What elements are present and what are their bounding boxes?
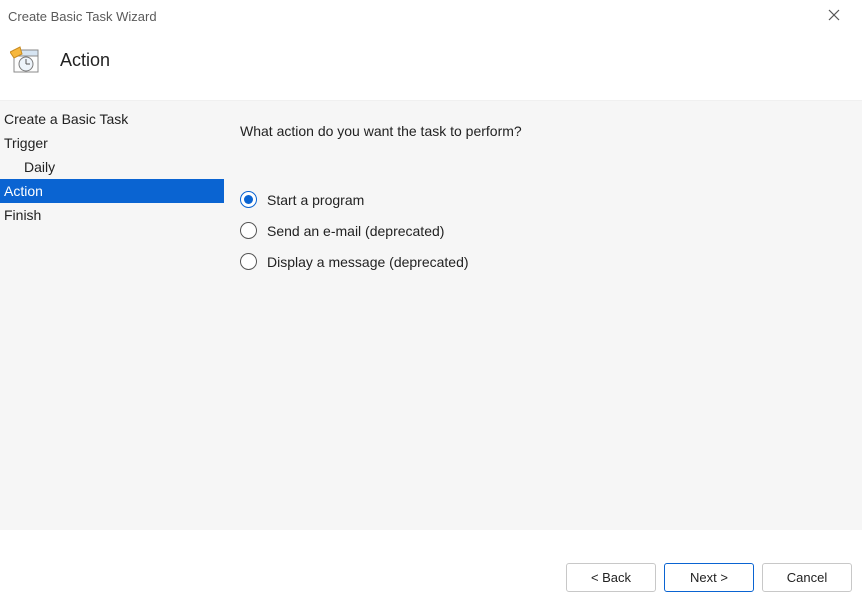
radio-send-email[interactable]: Send an e-mail (deprecated) [240,222,842,239]
sidebar-item-action[interactable]: Action [0,179,224,203]
task-icon [10,44,42,76]
radio-label: Send an e-mail (deprecated) [267,223,444,239]
wizard-body: Create a Basic Task Trigger Daily Action… [0,100,862,530]
sidebar-item-label: Create a Basic Task [4,111,128,127]
sidebar-item-label: Finish [4,207,41,223]
cancel-button[interactable]: Cancel [762,563,852,592]
radio-label: Start a program [267,192,364,208]
page-title: Action [60,50,110,71]
radio-icon [240,253,257,270]
sidebar-item-label: Daily [24,159,55,175]
window-title: Create Basic Task Wizard [8,9,157,24]
back-button[interactable]: < Back [566,563,656,592]
sidebar-item-label: Trigger [4,135,48,151]
radio-start-program[interactable]: Start a program [240,191,842,208]
next-button[interactable]: Next > [664,563,754,592]
radio-icon [240,191,257,208]
wizard-header: Action [0,32,862,100]
sidebar-item-daily[interactable]: Daily [0,155,224,179]
radio-display-message[interactable]: Display a message (deprecated) [240,253,842,270]
prompt-text: What action do you want the task to perf… [240,123,842,139]
sidebar-item-create-basic-task[interactable]: Create a Basic Task [0,107,224,131]
radio-label: Display a message (deprecated) [267,254,469,270]
radio-icon [240,222,257,239]
wizard-main: What action do you want the task to perf… [224,101,862,530]
wizard-footer: < Back Next > Cancel [566,563,852,592]
sidebar-item-label: Action [4,183,43,199]
sidebar-item-finish[interactable]: Finish [0,203,224,227]
close-icon[interactable] [820,6,848,27]
wizard-sidebar: Create a Basic Task Trigger Daily Action… [0,101,224,530]
titlebar: Create Basic Task Wizard [0,0,862,32]
sidebar-item-trigger[interactable]: Trigger [0,131,224,155]
